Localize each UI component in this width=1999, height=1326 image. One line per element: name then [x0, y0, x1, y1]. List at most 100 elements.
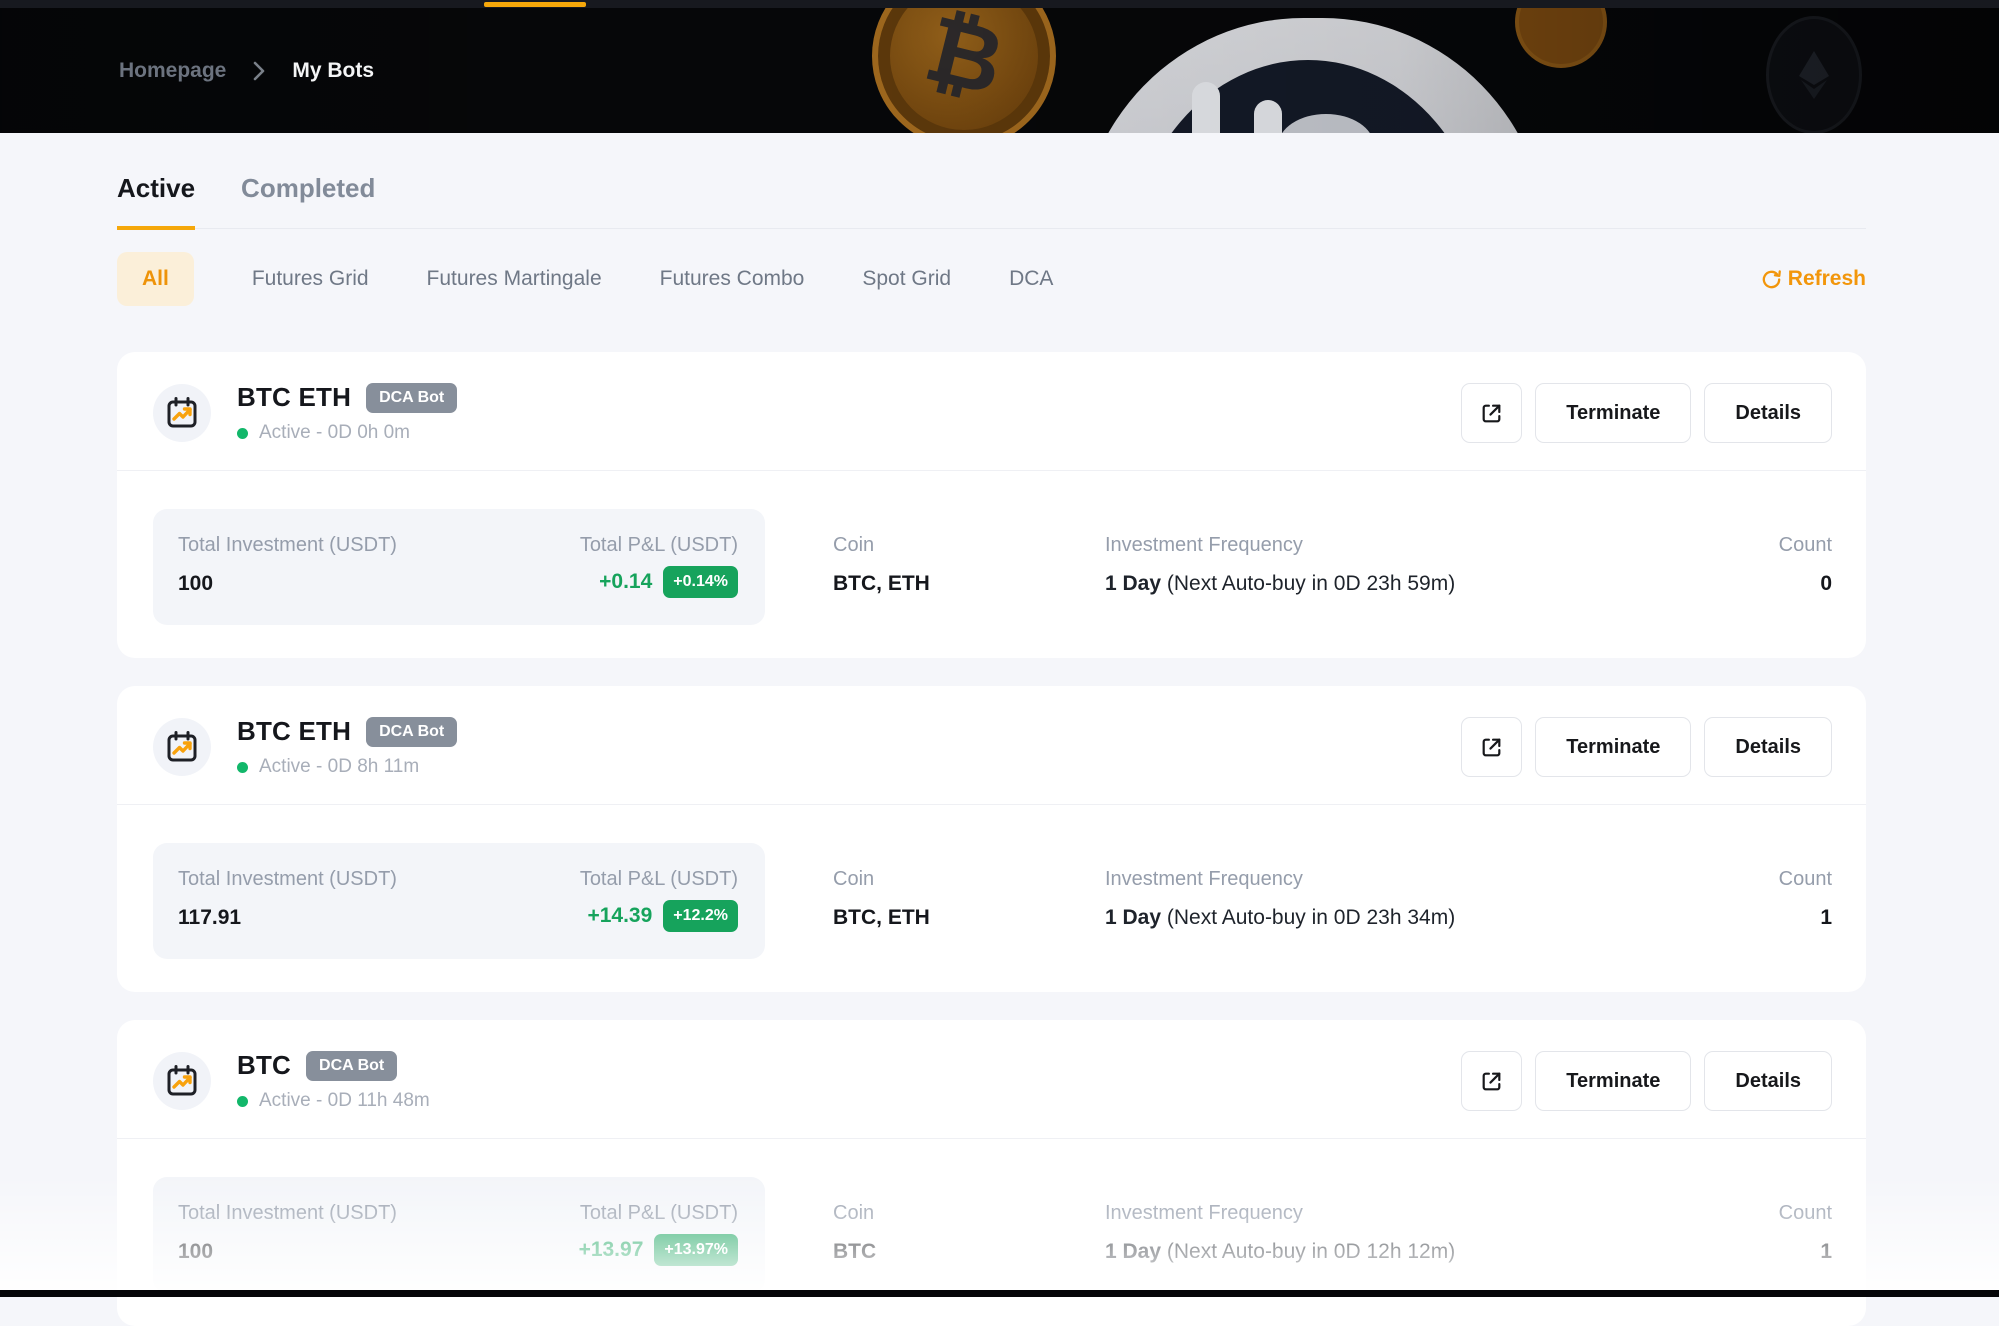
ethereum-coin-icon	[1766, 16, 1862, 133]
terminate-button[interactable]: Terminate	[1535, 383, 1691, 443]
page-header-banner: ₿ Homepage My Bots	[0, 8, 1999, 133]
robot-eye-icon	[1192, 82, 1220, 133]
bottom-edge-bar	[0, 1290, 1999, 1297]
bot-card-header: BTC ETH DCA Bot Active - 0D 0h 0m	[117, 352, 1866, 470]
coin-column: Coin BTC, ETH	[833, 509, 1105, 596]
count-value: 1	[1712, 906, 1832, 930]
bot-pair-name: BTC ETH	[237, 382, 351, 413]
frequency-column: Investment Frequency 1 Day (Next Auto-bu…	[1105, 843, 1712, 930]
stat-label: Investment Frequency	[1105, 534, 1712, 557]
stat-label: Coin	[833, 868, 1105, 891]
stat-label: Total P&L (USDT)	[580, 534, 738, 557]
dca-calendar-chart-icon	[153, 1052, 211, 1110]
frequency-column: Investment Frequency 1 Day (Next Auto-bu…	[1105, 509, 1712, 596]
refresh-icon	[1760, 268, 1783, 291]
stat-label: Total Investment (USDT)	[178, 868, 397, 891]
bots-tabbar: Active Completed	[117, 133, 1866, 229]
dca-calendar-chart-icon	[153, 384, 211, 442]
count-value: 0	[1712, 572, 1832, 596]
bot-title-block: BTC ETH DCA Bot Active - 0D 8h 11m	[237, 716, 457, 778]
bot-type-badge: DCA Bot	[366, 383, 457, 413]
stat-label: Investment Frequency	[1105, 1202, 1712, 1225]
coin-column: Coin BTC, ETH	[833, 843, 1105, 930]
filter-futures-combo[interactable]: Futures Combo	[660, 252, 805, 306]
terminate-button[interactable]: Terminate	[1535, 1051, 1691, 1111]
count-column: Count 0	[1712, 509, 1832, 596]
pnl-percent-badge: +13.97%	[654, 1234, 738, 1266]
bot-card-header: BTC ETH DCA Bot Active - 0D 8h 11m	[117, 686, 1866, 804]
open-external-button[interactable]	[1461, 1051, 1522, 1111]
status-active-dot	[237, 762, 248, 773]
bot-title-block: BTC ETH DCA Bot Active - 0D 0h 0m	[237, 382, 457, 444]
total-investment-stat: Total Investment (USDT) 100	[178, 1202, 397, 1266]
frequency-value: 1 Day	[1105, 1240, 1161, 1263]
pnl-percent-badge: +12.2%	[663, 900, 738, 932]
breadcrumb: Homepage My Bots	[119, 59, 374, 83]
stat-label: Count	[1712, 534, 1832, 557]
details-button[interactable]: Details	[1704, 383, 1832, 443]
coin-value: BTC, ETH	[833, 906, 1105, 930]
investment-pnl-panel: Total Investment (USDT) 117.91 Total P&L…	[153, 843, 765, 959]
tab-completed[interactable]: Completed	[241, 173, 375, 228]
bitcoin-coin-icon: ₿	[872, 8, 1056, 133]
total-pnl-stat: Total P&L (USDT) +0.14 +0.14%	[580, 534, 738, 598]
stat-label: Total P&L (USDT)	[580, 868, 738, 891]
count-column: Count 1	[1712, 1177, 1832, 1264]
bot-card-body: Total Investment (USDT) 100 Total P&L (U…	[117, 471, 1866, 658]
details-button[interactable]: Details	[1704, 1051, 1832, 1111]
stat-label: Investment Frequency	[1105, 868, 1712, 891]
bot-title-block: BTC DCA Bot Active - 0D 11h 48m	[237, 1050, 430, 1112]
dca-calendar-chart-icon	[153, 718, 211, 776]
details-button[interactable]: Details	[1704, 717, 1832, 777]
open-external-button[interactable]	[1461, 717, 1522, 777]
pnl-value: +0.14	[599, 570, 652, 594]
frequency-note: (Next Auto-buy in 0D 12h 12m)	[1167, 1240, 1455, 1263]
stat-label: Total Investment (USDT)	[178, 534, 397, 557]
filter-futures-martingale[interactable]: Futures Martingale	[427, 252, 602, 306]
stat-label: Coin	[833, 1202, 1105, 1225]
frequency-value: 1 Day	[1105, 572, 1161, 595]
robot-face-illustration	[1128, 60, 1488, 133]
investment-pnl-panel: Total Investment (USDT) 100 Total P&L (U…	[153, 1177, 765, 1293]
bot-card: BTC ETH DCA Bot Active - 0D 0h 0m	[117, 352, 1866, 658]
robot-eye-icon	[1254, 100, 1282, 133]
terminate-button[interactable]: Terminate	[1535, 717, 1691, 777]
robot-chin-illustration	[1278, 114, 1374, 133]
coin-decoration-icon	[1515, 8, 1607, 68]
refresh-button[interactable]: Refresh	[1760, 267, 1866, 291]
refresh-label: Refresh	[1788, 267, 1866, 291]
filter-bar: All Futures Grid Futures Martingale Futu…	[117, 252, 1866, 306]
frequency-column: Investment Frequency 1 Day (Next Auto-bu…	[1105, 1177, 1712, 1264]
stat-label: Total Investment (USDT)	[178, 1202, 397, 1225]
bot-card-header: BTC DCA Bot Active - 0D 11h 48m	[117, 1020, 1866, 1138]
count-value: 1	[1712, 1240, 1832, 1264]
bot-type-badge: DCA Bot	[366, 717, 457, 747]
filter-futures-grid[interactable]: Futures Grid	[252, 252, 369, 306]
filter-spot-grid[interactable]: Spot Grid	[862, 252, 951, 306]
investment-pnl-panel: Total Investment (USDT) 100 Total P&L (U…	[153, 509, 765, 625]
stat-label: Count	[1712, 1202, 1832, 1225]
bot-status-text: Active - 0D 0h 0m	[259, 422, 410, 444]
filter-dca[interactable]: DCA	[1009, 252, 1053, 306]
total-pnl-stat: Total P&L (USDT) +14.39 +12.2%	[580, 868, 738, 932]
active-nav-indicator	[484, 2, 586, 7]
stat-label: Total P&L (USDT)	[579, 1202, 738, 1225]
total-investment-value: 100	[178, 1240, 397, 1264]
open-external-button[interactable]	[1461, 383, 1522, 443]
coin-column: Coin BTC	[833, 1177, 1105, 1264]
bot-card-body: Total Investment (USDT) 100 Total P&L (U…	[117, 1139, 1866, 1326]
frequency-note: (Next Auto-buy in 0D 23h 34m)	[1167, 906, 1455, 929]
filter-all[interactable]: All	[117, 252, 194, 306]
robot-head-illustration	[1078, 18, 1548, 133]
filter-chips: All Futures Grid Futures Martingale Futu…	[117, 252, 1053, 306]
pnl-value: +14.39	[587, 904, 652, 928]
stat-label: Count	[1712, 868, 1832, 891]
breadcrumb-homepage-link[interactable]: Homepage	[119, 59, 226, 83]
coin-value: BTC, ETH	[833, 572, 1105, 596]
bot-pair-name: BTC ETH	[237, 716, 351, 747]
bot-status-text: Active - 0D 8h 11m	[259, 756, 419, 778]
total-pnl-stat: Total P&L (USDT) +13.97 +13.97%	[579, 1202, 738, 1266]
stat-label: Coin	[833, 534, 1105, 557]
tab-active[interactable]: Active	[117, 173, 195, 230]
pnl-percent-badge: +0.14%	[663, 566, 738, 598]
